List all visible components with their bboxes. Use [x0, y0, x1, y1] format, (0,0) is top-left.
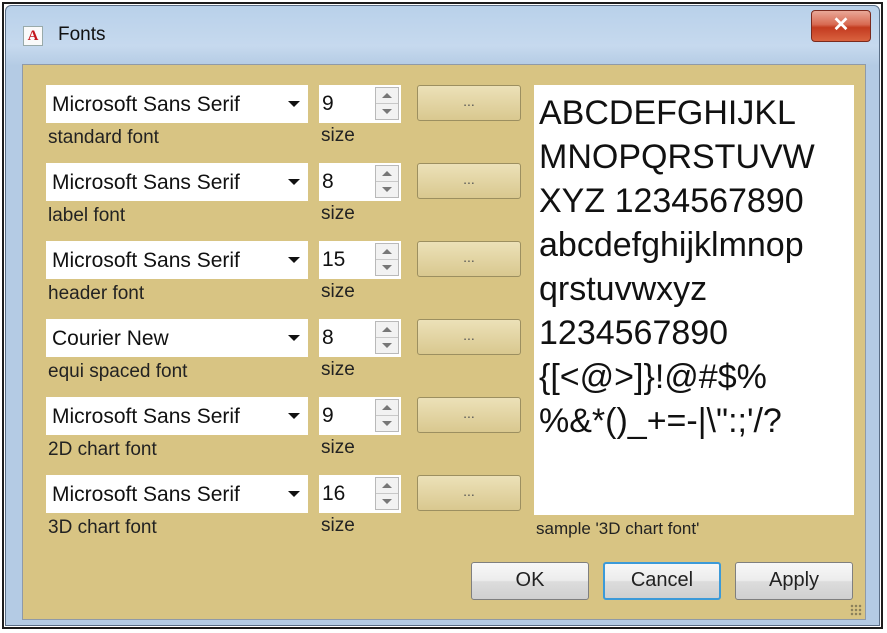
font-family-value: Microsoft Sans Serif — [52, 171, 240, 194]
font-role-label: header font — [48, 283, 145, 304]
size-label: size — [321, 281, 355, 302]
browse-font-button[interactable]: ... — [417, 319, 521, 355]
size-label: size — [321, 515, 355, 536]
sample-text-line: XYZ 1234567890 — [539, 182, 804, 220]
font-setting-row: Microsoft Sans Serif 2D chart font 9 size..… — [23, 397, 523, 475]
dialog-title: Fonts — [58, 24, 106, 45]
font-family-value: Courier New — [52, 327, 169, 350]
sample-text-line: ABCDEFGHIJKL — [539, 94, 796, 132]
font-role-label: label font — [48, 205, 126, 226]
font-role-label: standard font — [48, 127, 159, 148]
sample-text-line: 1234567890 — [539, 314, 729, 352]
size-label: size — [321, 359, 355, 380]
spin-up-icon[interactable] — [376, 322, 398, 338]
browse-font-button[interactable]: ... — [417, 163, 521, 199]
font-setting-row: Microsoft Sans Serif standard font 9 size..… — [23, 85, 523, 163]
close-button[interactable]: ✕ — [811, 10, 871, 42]
font-family-value: Microsoft Sans Serif — [52, 93, 240, 116]
spin-buttons — [375, 399, 399, 432]
font-size-spinner[interactable]: 8 — [319, 319, 401, 357]
chevron-down-icon[interactable] — [288, 257, 300, 263]
font-size-spinner[interactable]: 9 — [319, 397, 401, 435]
font-family-dropdown[interactable]: Courier New — [46, 319, 308, 357]
chevron-down-icon[interactable] — [288, 413, 300, 419]
sample-text-line: qrstuvwxyz — [539, 270, 708, 308]
sample-text-line: abcdefghijklmnop — [539, 226, 804, 264]
font-sample-preview: ABCDEFGHIJKL MNOPQRSTUVW XYZ 1234567890 abc… — [534, 85, 854, 515]
browse-font-button[interactable]: ... — [417, 85, 521, 121]
sample-caption: sample '3D chart font' — [536, 519, 700, 538]
font-family-dropdown[interactable]: Microsoft Sans Serif — [46, 241, 308, 279]
chevron-down-icon[interactable] — [288, 179, 300, 185]
font-family-dropdown[interactable]: Microsoft Sans Serif — [46, 163, 308, 201]
spin-down-icon[interactable] — [376, 260, 398, 276]
font-family-value: Microsoft Sans Serif — [52, 249, 240, 272]
fonts-dialog: A Fonts ✕ Microsoft Sans Serif standard f… — [5, 5, 880, 626]
apply-button[interactable]: Apply — [735, 562, 853, 600]
font-setting-row: Microsoft Sans Serif label font 8 size... — [23, 163, 523, 241]
cancel-button[interactable]: Cancel — [603, 562, 721, 600]
close-icon: ✕ — [832, 14, 850, 36]
font-size-value[interactable]: 16 — [322, 482, 345, 506]
font-role-label: 3D chart font — [48, 517, 157, 538]
sample-text-line: MNOPQRSTUVW — [539, 138, 815, 176]
spin-up-icon[interactable] — [376, 244, 398, 260]
font-size-value[interactable]: 9 — [322, 92, 334, 116]
resize-grip[interactable] — [850, 604, 862, 616]
spin-buttons — [375, 321, 399, 354]
browse-font-button[interactable]: ... — [417, 397, 521, 433]
chevron-down-icon[interactable] — [288, 335, 300, 341]
font-size-spinner[interactable]: 9 — [319, 85, 401, 123]
spin-buttons — [375, 165, 399, 198]
spin-up-icon[interactable] — [376, 166, 398, 182]
font-family-dropdown[interactable]: Microsoft Sans Serif — [46, 85, 308, 123]
font-size-value[interactable]: 8 — [322, 326, 334, 350]
font-size-spinner[interactable]: 15 — [319, 241, 401, 279]
spin-buttons — [375, 87, 399, 120]
chevron-down-icon[interactable] — [288, 491, 300, 497]
title-bar[interactable]: A Fonts ✕ — [6, 6, 879, 58]
font-role-label: 2D chart font — [48, 439, 157, 460]
font-size-spinner[interactable]: 8 — [319, 163, 401, 201]
font-size-value[interactable]: 15 — [322, 248, 345, 272]
font-setting-row: Microsoft Sans Serif header font 15 size... — [23, 241, 523, 319]
spin-down-icon[interactable] — [376, 104, 398, 120]
font-size-spinner[interactable]: 16 — [319, 475, 401, 513]
spin-down-icon[interactable] — [376, 416, 398, 432]
browse-font-button[interactable]: ... — [417, 241, 521, 277]
sample-text-line: %&*()_+=-|\":;'/? — [539, 402, 782, 440]
spin-up-icon[interactable] — [376, 88, 398, 104]
spin-up-icon[interactable] — [376, 400, 398, 416]
font-size-value[interactable]: 9 — [322, 404, 334, 428]
spin-buttons — [375, 477, 399, 510]
spin-buttons — [375, 243, 399, 276]
spin-up-icon[interactable] — [376, 478, 398, 494]
font-family-dropdown[interactable]: Microsoft Sans Serif — [46, 475, 308, 513]
ok-button[interactable]: OK — [471, 562, 589, 600]
font-size-value[interactable]: 8 — [322, 170, 334, 194]
font-role-label: equi spaced font — [48, 361, 188, 382]
font-family-value: Microsoft Sans Serif — [52, 405, 240, 428]
sample-text-line: {[<@>]}!@#$% — [539, 358, 767, 396]
browse-font-button[interactable]: ... — [417, 475, 521, 511]
dialog-client-area: Microsoft Sans Serif standard font 9 size..… — [22, 64, 866, 620]
font-family-dropdown[interactable]: Microsoft Sans Serif — [46, 397, 308, 435]
spin-down-icon[interactable] — [376, 182, 398, 198]
chevron-down-icon[interactable] — [288, 101, 300, 107]
spin-down-icon[interactable] — [376, 338, 398, 354]
font-family-value: Microsoft Sans Serif — [52, 483, 240, 506]
size-label: size — [321, 125, 355, 146]
size-label: size — [321, 203, 355, 224]
font-setting-row: Courier New equi spaced font 8 size... — [23, 319, 523, 397]
app-icon: A — [23, 26, 43, 46]
size-label: size — [321, 437, 355, 458]
spin-down-icon[interactable] — [376, 494, 398, 510]
font-setting-row: Microsoft Sans Serif 3D chart font 16 size.… — [23, 475, 523, 553]
